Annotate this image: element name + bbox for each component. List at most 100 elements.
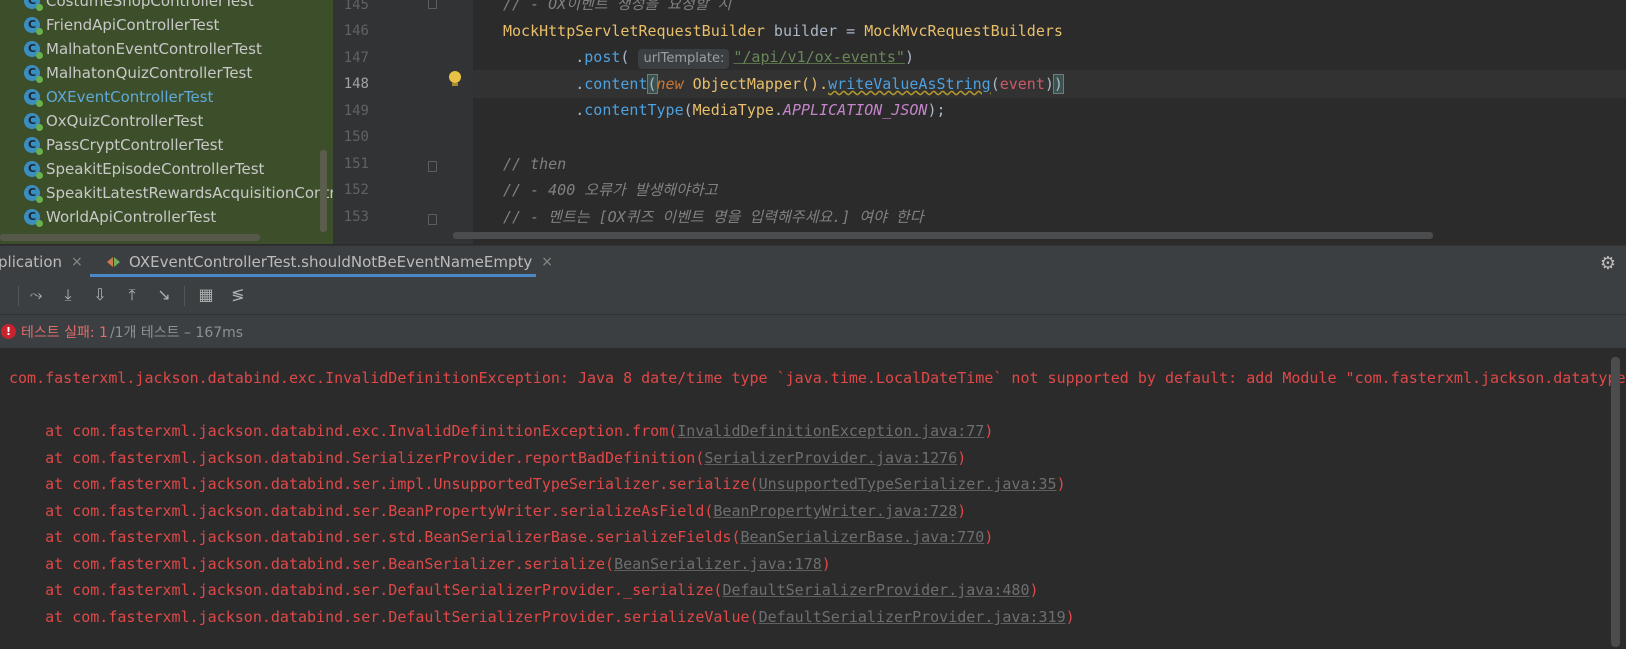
- sort-icon[interactable]: ↘: [154, 285, 174, 305]
- code-token: .: [503, 75, 585, 93]
- stack-frame-text: ): [957, 502, 967, 520]
- code-token-keyword: new: [656, 75, 684, 93]
- console-output[interactable]: com.fasterxml.jackson.databind.exc.Inval…: [0, 349, 1626, 649]
- source-link[interactable]: UnsupportedTypeSerializer.java:35: [759, 475, 1057, 493]
- tree-item-label: CostumeShopControllerTest: [46, 0, 254, 10]
- matched-bracket: ): [1052, 74, 1064, 94]
- stack-frame-text: ): [1056, 475, 1066, 493]
- export-icon[interactable]: ⤓: [58, 285, 78, 305]
- stack-frame: at com.fasterxml.jackson.databind.ser.De…: [9, 577, 1038, 604]
- console-vertical-scrollbar[interactable]: [1611, 357, 1620, 647]
- failed-count: 테스트 실패: 1: [21, 324, 108, 341]
- gear-icon[interactable]: ⚙: [1600, 253, 1616, 274]
- source-link[interactable]: DefaultSerializerProvider.java:319: [759, 608, 1066, 626]
- tree-vertical-scrollbar[interactable]: [320, 150, 327, 232]
- code-line-151: // then: [503, 155, 567, 173]
- tree-item-label: SpeakitLatestRewardsAcquisitionControlle…: [46, 183, 333, 202]
- code-token-type: MockHttpServletRequestBuilder: [503, 22, 765, 40]
- fold-marker-icon[interactable]: [428, 214, 437, 225]
- code-token: );: [927, 101, 946, 119]
- stack-frame-text: ): [957, 449, 967, 467]
- rerun-failed-icon[interactable]: ⤳: [26, 285, 46, 305]
- stack-frame: at com.fasterxml.jackson.databind.ser.st…: [9, 524, 993, 551]
- line-number-current: 148: [343, 76, 369, 92]
- code-token-method: post: [584, 48, 621, 66]
- code-token: .: [503, 48, 585, 66]
- code-token: (: [990, 75, 1000, 93]
- editor-horizontal-scrollbar[interactable]: [453, 232, 1433, 239]
- code-token: ): [904, 48, 914, 66]
- tree-item[interactable]: C OxQuizControllerTest: [24, 108, 203, 133]
- class-icon: C: [24, 64, 43, 83]
- line-number: 153: [343, 209, 369, 225]
- source-link[interactable]: BeanPropertyWriter.java:728: [713, 502, 957, 520]
- class-icon: C: [24, 136, 43, 155]
- code-token: .: [773, 101, 783, 119]
- test-status-bar: ! 테스트 실패: 1 /1개 테스트 – 167ms: [0, 315, 1626, 349]
- code-token-method: contentType: [584, 101, 684, 119]
- class-icon: C: [24, 184, 43, 203]
- stack-frame: at com.fasterxml.jackson.databind.Serial…: [9, 445, 966, 472]
- scroll-up-icon[interactable]: ⤒: [122, 285, 142, 305]
- stack-frame-text: ): [1065, 608, 1075, 626]
- tree-item[interactable]: C FriendApiControllerTest: [24, 12, 219, 37]
- tree-item-label: WorldApiControllerTest: [46, 207, 217, 226]
- project-tree: C CostumeShopControllerTest C FriendApiCon…: [0, 0, 333, 244]
- source-link[interactable]: BeanSerializer.java:178: [614, 555, 822, 573]
- code-token: (: [620, 48, 639, 66]
- tree-item[interactable]: C SpeakitEpisodeControllerTest: [24, 156, 264, 181]
- line-number: 150: [343, 129, 369, 145]
- tree-horizontal-scrollbar[interactable]: [0, 234, 260, 241]
- close-icon[interactable]: ×: [541, 254, 553, 270]
- layout-icon[interactable]: ▦: [196, 285, 216, 305]
- code-token: ): [1044, 75, 1054, 93]
- tree-item[interactable]: CSpeakitLatestRewardsAcquisitionControll…: [24, 180, 333, 205]
- tree-item[interactable]: C WorldApiControllerTest: [24, 204, 216, 229]
- source-link[interactable]: SerializerProvider.java:1276: [704, 449, 957, 467]
- tree-item-selected[interactable]: C OXEventControllerTest: [24, 84, 213, 109]
- code-token-class: MockMvcRequestBuilders: [864, 22, 1063, 40]
- class-icon: C: [24, 160, 43, 179]
- import-icon[interactable]: ⇩: [90, 285, 110, 305]
- code-token: (: [683, 101, 693, 119]
- line-number: 152: [343, 182, 369, 198]
- class-icon: C: [24, 16, 43, 35]
- tree-item-label: MalhatonEventControllerTest: [46, 39, 262, 58]
- code-token-class: ObjectMapper().: [683, 75, 829, 93]
- code-token-class: MediaType: [692, 101, 774, 119]
- error-icon: !: [1, 324, 16, 339]
- source-link[interactable]: DefaultSerializerProvider.java:480: [722, 581, 1029, 599]
- code-line-145: // - OX이벤트 생성을 요청할 시: [503, 0, 732, 13]
- stack-frame-text: ): [984, 528, 994, 546]
- stack-frame-text: at com.fasterxml.jackson.databind.Serial…: [9, 449, 705, 467]
- code-token-string: "/api/v1/ox-events": [733, 48, 905, 66]
- class-icon: C: [24, 40, 43, 59]
- code-line-147: .post( urlTemplate: "/api/v1/ox-events"): [503, 43, 914, 71]
- stack-frame: at com.fasterxml.jackson.databind.ser.Be…: [9, 498, 966, 525]
- class-icon: C: [24, 0, 43, 11]
- lightbulb-icon[interactable]: [449, 71, 461, 87]
- stack-frame-text: at com.fasterxml.jackson.databind.ser.De…: [9, 608, 759, 626]
- fold-marker-icon[interactable]: [428, 0, 437, 9]
- tab-application[interactable]: plication ×: [0, 246, 83, 278]
- fold-marker-icon[interactable]: [428, 161, 437, 172]
- source-link[interactable]: BeanSerializerBase.java:770: [741, 528, 985, 546]
- close-icon[interactable]: ×: [71, 254, 83, 270]
- tree-item[interactable]: C PassCryptControllerTest: [24, 132, 223, 157]
- tree-item-label: OxQuizControllerTest: [46, 111, 204, 130]
- code-token: .: [503, 101, 585, 119]
- code-token: builder =: [764, 22, 865, 40]
- code-editor[interactable]: 145 146 147 148 149 150 151 152 153 // -…: [333, 0, 1626, 244]
- run-config-icon: [107, 255, 121, 269]
- stack-frame: at com.fasterxml.jackson.databind.ser.De…: [9, 604, 1075, 631]
- tree-item[interactable]: C MalhatonEventControllerTest: [24, 36, 262, 61]
- stack-frame-text: at com.fasterxml.jackson.databind.ser.st…: [9, 528, 741, 546]
- line-number: 147: [343, 50, 369, 66]
- tab-label: plication: [0, 253, 63, 271]
- tree-item-label: SpeakitEpisodeControllerTest: [46, 159, 265, 178]
- settings-tree-icon[interactable]: ≶: [228, 285, 248, 305]
- code-token-variable: event: [999, 75, 1045, 93]
- run-toolbar: ⤳ ⤓ ⇩ ⤒ ↘ ▦ ≶: [0, 277, 1626, 315]
- tree-item[interactable]: C MalhatonQuizControllerTest: [24, 60, 252, 85]
- source-link[interactable]: InvalidDefinitionException.java:77: [677, 422, 984, 440]
